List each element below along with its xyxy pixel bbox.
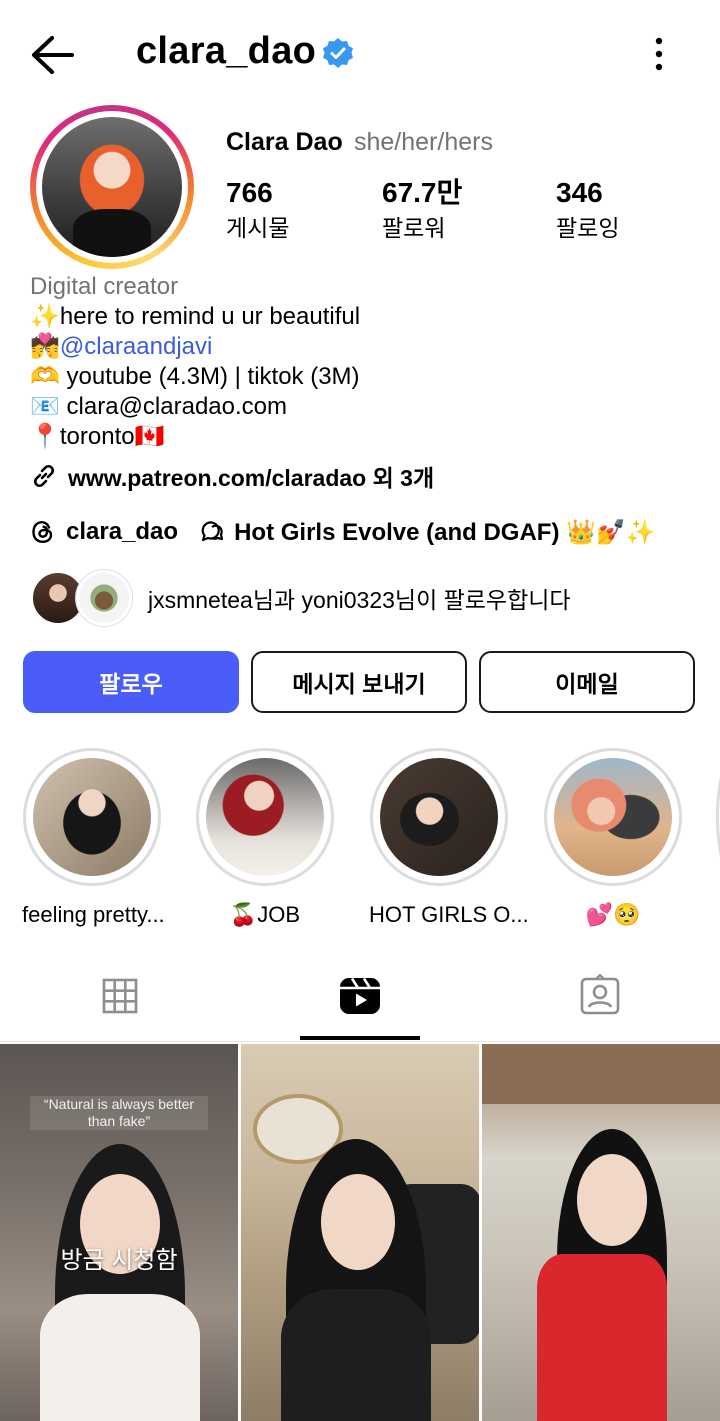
stat-followers[interactable]: 67.7만 팔로워 [382,175,462,245]
stat-following[interactable]: 346 팔로잉 [556,175,619,245]
stat-following-count: 346 [556,177,603,208]
mutual-text-tail: 님이 팔로우합니다 [394,587,571,613]
arrow-left-icon[interactable] [28,32,78,78]
mutual-avatar [76,570,132,626]
bio: Digital creator ✨here to remind u ur bea… [30,272,710,452]
reel-thumbnail[interactable]: “Natural is always better than fake” 방금 … [0,1044,238,1421]
mutual-followers-text: jxsmnetea님과 yoni0323님이 팔로우합니다 [148,581,571,615]
reel-caption: “Natural is always better than fake” [30,1096,208,1130]
story-highlight-label: 🍒JOB [229,902,301,927]
story-highlight-label: 💕🥺 [585,902,641,927]
stat-posts-count: 766 [226,177,273,208]
story-highlight[interactable]: 🍒JOB [195,748,335,928]
broadcast-channel-name[interactable]: Hot Girls Evolve (and DGAF) 👑💅✨ [234,518,656,547]
threads-icon[interactable] [30,519,56,545]
mutual-text-connector: 님과 [252,587,302,613]
threads-row: clara_dao Hot Girls Evolve (and DGAF) 👑💅… [30,512,656,552]
reels-icon[interactable] [338,974,382,1018]
active-tab-indicator [300,1036,420,1040]
broadcast-channel-icon [201,521,224,542]
grid-icon[interactable] [98,974,142,1018]
bio-emoji: 💏 [30,333,60,360]
follow-button[interactable]: 팔로우 [23,651,239,713]
bio-line: 🫶 youtube (4.3M) | tiktok (3M) [30,363,360,390]
display-name: Clara Dao [226,128,343,156]
link-icon [33,464,55,488]
story-highlight-label: feeling pretty... [22,902,165,927]
bio-category: Digital creator [30,273,179,300]
threads-handle[interactable]: clara_dao [66,518,178,546]
story-highlight-partial[interactable] [716,750,720,884]
mutual-user: yoni0323 [301,587,395,613]
message-button[interactable]: 메시지 보내기 [251,651,467,713]
verified-badge-icon [323,38,353,68]
profile-username: clara_dao [136,30,317,72]
mutual-followers[interactable]: jxsmnetea님과 yoni0323님이 팔로우합니다 [30,568,571,628]
pronouns: she/her/hers [354,128,493,156]
stat-followers-count: 67.7만 [382,177,463,208]
story-highlight[interactable]: feeling pretty... [22,748,165,928]
story-highlight[interactable]: HOT GIRLS O... [369,748,529,928]
top-bar: clara_dao [0,0,720,110]
email-button[interactable]: 이메일 [479,651,695,713]
bio-line: 📍toronto🇨🇦 [30,423,165,450]
story-highlight[interactable]: 💕🥺 [543,748,683,928]
bio-mention-link[interactable]: @claraandjavi [60,333,212,360]
story-highlight-label: HOT GIRLS O... [369,902,529,927]
stat-posts[interactable]: 766 게시물 [226,175,289,245]
bio-external-link[interactable]: www.patreon.com/claradao 외 3개 [30,458,434,494]
mutual-user: jxsmnetea [148,587,253,613]
bio-line: 💏@claraandjavi [30,332,710,362]
reel-thumbnail[interactable] [241,1044,479,1421]
tagged-icon[interactable] [578,974,622,1018]
profile-tabs [0,960,720,1042]
stat-posts-label: 게시물 [226,215,290,241]
reels-grid: “Natural is always better than fake” 방금 … [0,1044,720,1421]
bio-line: ✨here to remind u ur beautiful [30,303,361,330]
recently-watched-label: 방금 시청함 [60,1247,178,1274]
bio-link-text: www.patreon.com/claradao 외 3개 [68,465,435,491]
stat-following-label: 팔로잉 [556,215,620,241]
profile-avatar[interactable] [30,105,194,269]
reel-thumbnail[interactable] [482,1044,720,1421]
stat-followers-label: 팔로워 [382,215,446,241]
more-vertical-icon[interactable] [644,34,674,74]
bio-line: 📧 clara@claradao.com [30,393,288,420]
